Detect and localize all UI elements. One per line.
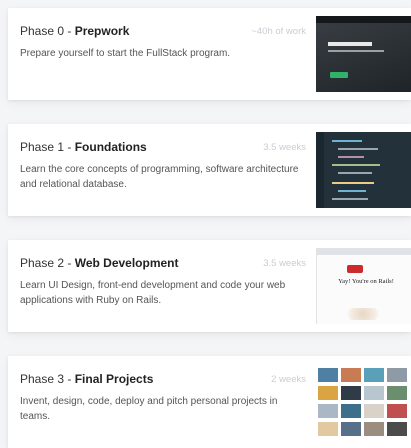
phase-prefix: Phase 2 - [20, 256, 75, 270]
phase-card-text: Phase 2 - Web Development 3.5 weeks Lear… [20, 240, 310, 332]
phase-card-3[interactable]: Phase 3 - Final Projects 2 weeks Invent,… [8, 356, 411, 448]
rails-logo-icon [347, 265, 363, 273]
phase-title: Prepwork [74, 24, 130, 38]
rails-welcome-screenshot-icon: Yay! You're on Rails! [316, 248, 411, 324]
phase-card-text: Phase 3 - Final Projects 2 weeks Invent,… [20, 356, 310, 448]
phase-duration: 2 weeks [271, 374, 306, 385]
phase-card-1[interactable]: Phase 1 - Foundations 3.5 weeks Learn th… [8, 124, 411, 216]
phase-title: Final Projects [74, 372, 154, 386]
phase-description: Learn UI Design, front-end development a… [20, 280, 286, 306]
phase-duration: 3.5 weeks [263, 258, 306, 269]
phase-title: Foundations [74, 140, 147, 154]
phase-card-0[interactable]: Phase 0 - Prepwork ~40h of work Prepare … [8, 8, 411, 100]
phase-duration: ~40h of work [251, 26, 306, 37]
phase-description: Invent, design, code, deploy and pitch p… [20, 396, 278, 422]
phase-card-2[interactable]: Phase 2 - Web Development 3.5 weeks Lear… [8, 240, 411, 332]
phase-prefix: Phase 3 - [20, 372, 75, 386]
phase-card-text: Phase 1 - Foundations 3.5 weeks Learn th… [20, 124, 310, 216]
phase-description: Prepare yourself to start the FullStack … [20, 48, 231, 59]
phase-prefix: Phase 0 - [20, 24, 75, 38]
phase-duration: 3.5 weeks [263, 142, 306, 153]
phase-heading: Phase 3 - Final Projects [20, 372, 153, 386]
project-grid-screenshot-icon [316, 364, 411, 440]
phase-description: Learn the core concepts of programming, … [20, 164, 299, 190]
phase-heading: Phase 0 - Prepwork [20, 24, 129, 38]
rails-welcome-text: Yay! You're on Rails! [338, 278, 394, 285]
phase-card-text: Phase 0 - Prepwork ~40h of work Prepare … [20, 8, 310, 100]
code-editor-screenshot-icon [316, 132, 411, 208]
dark-website-screenshot-icon [316, 16, 411, 92]
phase-prefix: Phase 1 - [20, 140, 75, 154]
phase-heading: Phase 1 - Foundations [20, 140, 147, 154]
phase-title: Web Development [74, 256, 179, 270]
phase-heading: Phase 2 - Web Development [20, 256, 179, 270]
